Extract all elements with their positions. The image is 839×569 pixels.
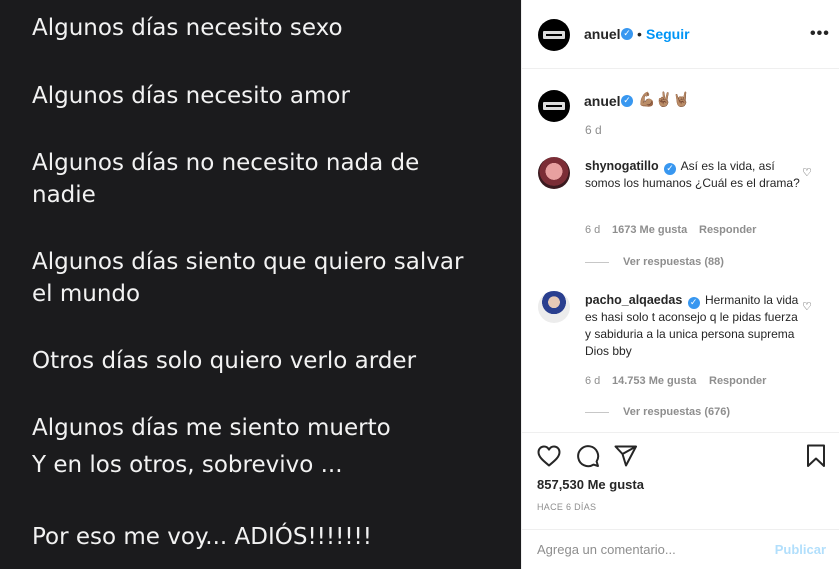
heart-icon[interactable] <box>537 445 561 467</box>
comment-like-icon[interactable]: ♡ <box>802 300 812 313</box>
comment-username[interactable]: pacho_alqaedas <box>585 293 682 307</box>
image-text-line: Por eso me voy... ADIÓS!!!!!!! <box>32 524 373 550</box>
image-text-line: nadie <box>32 182 96 208</box>
verified-badge-icon: ✓ <box>621 28 633 40</box>
caption-username[interactable]: anuel <box>584 93 621 109</box>
avatar[interactable] <box>538 19 570 51</box>
image-text-line: Y en los otros, sobrevivo ... <box>32 452 343 478</box>
view-replies-button[interactable]: Ver respuestas (676) <box>585 406 730 418</box>
follow-button[interactable]: Seguir <box>646 26 690 42</box>
verified-badge-icon: ✓ <box>663 163 676 175</box>
post-image[interactable]: Algunos días necesito sexo Algunos días … <box>0 0 521 569</box>
comment-reply-button[interactable]: Responder <box>699 224 756 236</box>
post-header: anuel ✓ • Seguir ••• <box>522 0 839 69</box>
comment-age[interactable]: 6 d <box>585 375 600 387</box>
caption-age[interactable]: 6 d <box>585 123 602 137</box>
image-text-line: Algunos días siento que quiero salvar <box>32 249 464 275</box>
comment-input[interactable]: Agrega un comentario... <box>537 542 676 557</box>
comment-username[interactable]: shynogatillo <box>585 159 659 173</box>
post-side-panel: anuel ✓ • Seguir ••• anuel ✓ 💪🏽✌🏽🤘🏽 6 d … <box>521 0 839 569</box>
comment-likes[interactable]: 14.753 Me gusta <box>612 375 696 387</box>
likes-count[interactable]: 857,530 Me gusta <box>537 477 644 492</box>
view-replies-button[interactable]: Ver respuestas (88) <box>585 256 724 268</box>
comment-reply-button[interactable]: Responder <box>709 375 766 387</box>
separator-dot: • <box>637 26 642 42</box>
comment-like-icon[interactable]: ♡ <box>802 166 812 179</box>
comment-body: pacho_alqaedas ✓ Hermanito la vida es ha… <box>585 292 800 360</box>
post-date[interactable]: HACE 6 DÍAS <box>537 502 596 512</box>
image-text-line: Algunos días no necesito nada de <box>32 150 420 176</box>
image-text-line: el mundo <box>32 281 141 307</box>
verified-badge-icon: ✓ <box>687 297 700 309</box>
comment-composer: Agrega un comentario... Publicar <box>522 529 839 569</box>
save-bookmark-icon[interactable] <box>806 444 826 468</box>
image-text-line: Algunos días necesito amor <box>32 83 350 109</box>
post-actions: 857,530 Me gusta HACE 6 DÍAS Agrega un c… <box>522 432 839 569</box>
image-text-line: Algunos días me siento muerto <box>32 415 391 441</box>
more-options-icon[interactable]: ••• <box>810 25 830 43</box>
publish-button[interactable]: Publicar <box>775 542 826 557</box>
caption-text: 💪🏽✌🏽🤘🏽 <box>638 92 691 108</box>
comment-avatar[interactable] <box>538 157 570 189</box>
comment-body: shynogatillo ✓ Así es la vida, así somos… <box>585 158 800 192</box>
comment-age[interactable]: 6 d <box>585 224 600 236</box>
comment-likes[interactable]: 1673 Me gusta <box>612 224 687 236</box>
caption-avatar[interactable] <box>538 90 570 122</box>
image-text-line: Otros días solo quiero verlo arder <box>32 348 417 374</box>
comment-icon[interactable] <box>576 444 600 468</box>
image-text-line: Algunos días necesito sexo <box>32 15 343 41</box>
comment-avatar[interactable] <box>538 291 570 323</box>
verified-badge-icon: ✓ <box>621 95 633 107</box>
share-icon[interactable] <box>614 445 638 467</box>
header-username[interactable]: anuel <box>584 26 621 42</box>
